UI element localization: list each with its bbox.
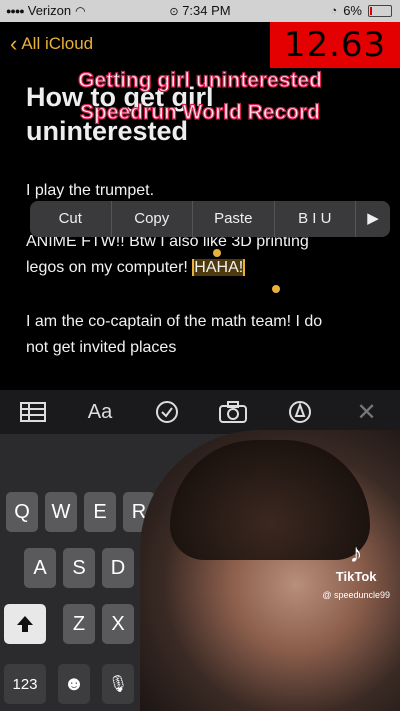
rotation-lock-icon: ◔ [330, 4, 338, 17]
table-icon[interactable] [16, 397, 50, 427]
tiktok-username: @ speeduncle99 [322, 590, 390, 600]
tiktok-logo-icon: ♪ [349, 538, 363, 568]
format-button[interactable]: B I U [275, 201, 356, 237]
clock-time: 7:34 PM [182, 3, 231, 18]
shift-key[interactable] [4, 604, 46, 644]
battery-level [370, 6, 372, 15]
note-paragraph-3[interactable]: I am the co-captain of the math team! I … [26, 309, 376, 361]
battery-icon [368, 4, 392, 17]
caption-line-2: Speedrun World Record [79, 100, 320, 124]
checklist-icon[interactable] [150, 397, 184, 427]
back-label: All iCloud [21, 34, 94, 53]
camera-icon[interactable] [216, 397, 250, 427]
tiktok-watermark: ♪ TikTok @ speeduncle99 [322, 538, 390, 600]
keyboard-toolbar: Aa ✕ [0, 390, 400, 434]
microphone-icon[interactable]: 🎙 [102, 664, 134, 704]
text-format-icon[interactable]: Aa [83, 397, 117, 427]
speedrun-timer: 12.63 [270, 22, 400, 68]
key-q[interactable]: Q [6, 492, 38, 532]
key-s[interactable]: S [63, 548, 95, 588]
key-w[interactable]: W [45, 492, 77, 532]
note-paragraph-3-line-2: not get invited places [26, 339, 177, 356]
markup-icon[interactable] [283, 397, 317, 427]
note-paragraph-2-line-2: legos on my computer! [26, 259, 193, 276]
chevron-left-icon: ‹ [10, 31, 18, 56]
key-d[interactable]: D [102, 548, 134, 588]
paste-button[interactable]: Paste [193, 201, 275, 237]
selection-end-handle[interactable] [272, 285, 280, 293]
caption-line-1: Getting girl uninterested [77, 68, 322, 92]
edit-context-menu: Cut Copy Paste B I U ▶ [30, 201, 390, 237]
selection-start-handle[interactable] [213, 249, 221, 257]
key-x[interactable]: X [102, 604, 134, 644]
lock-rotation-icon: ⊙ [169, 6, 179, 18]
selected-text[interactable]: HAHA! [192, 259, 246, 276]
status-bar: ●●●● Verizon ◠ ⊙ 7:34 PM ◔ 6% [0, 0, 400, 22]
cut-button[interactable]: Cut [30, 201, 112, 237]
note-paragraph-3-line-1: I am the co-captain of the math team! I … [26, 313, 323, 330]
shift-arrow-icon [17, 616, 33, 632]
more-arrow-icon[interactable]: ▶ [356, 201, 390, 237]
emoji-icon[interactable]: ☻ [58, 664, 90, 704]
battery-percent: 6% [343, 3, 362, 18]
key-z[interactable]: Z [63, 604, 95, 644]
key-e[interactable]: E [84, 492, 116, 532]
back-button[interactable]: ‹ All iCloud [10, 31, 94, 56]
copy-button[interactable]: Copy [112, 201, 193, 237]
close-icon[interactable]: ✕ [350, 397, 384, 427]
key-a[interactable]: A [24, 548, 56, 588]
tiktok-brand: TikTok [335, 569, 377, 584]
numbers-key[interactable]: 123 [4, 664, 46, 704]
